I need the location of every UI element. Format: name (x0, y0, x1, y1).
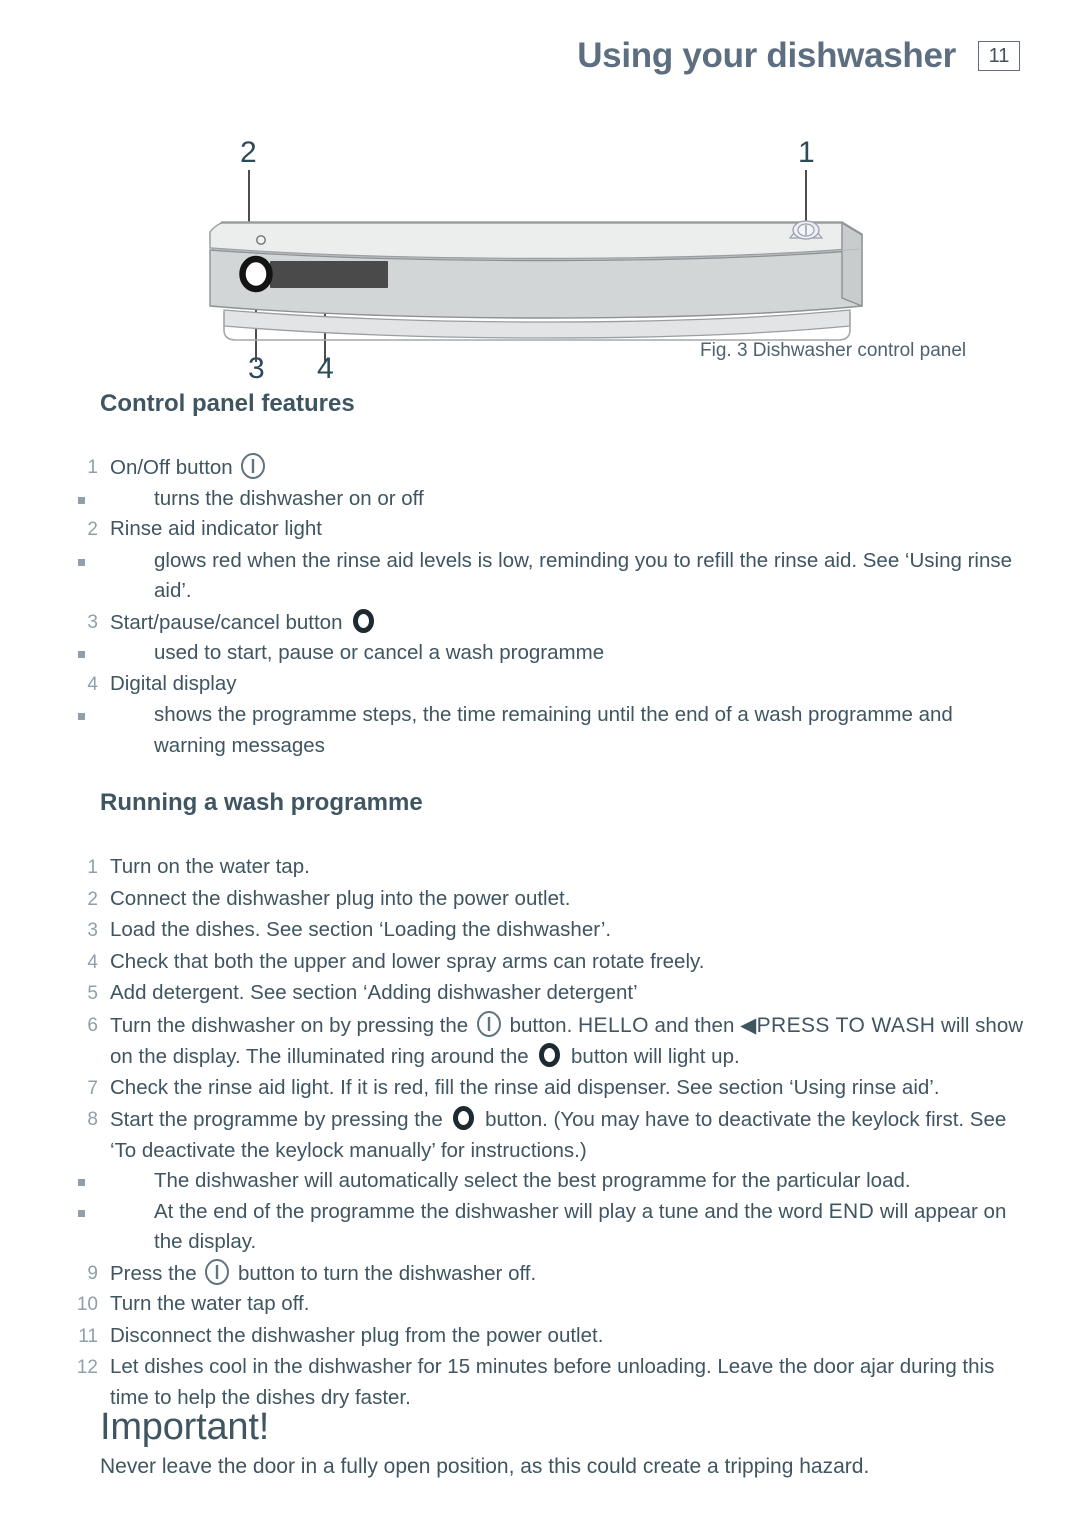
panel-top-curve (209, 222, 863, 260)
important-body: Never leave the door in a fully open pos… (100, 1455, 870, 1478)
sub-list-item: turns the dishwasher on or off (64, 484, 1024, 515)
list-item-number: 9 (87, 1262, 98, 1284)
list-item-text: Disconnect the dishwasher plug from the … (110, 1323, 604, 1347)
list-item: 5 Add detergent. See section ‘Adding dish… (64, 978, 1024, 1010)
list-item: 8 Start the programme by pressing the but… (64, 1104, 1024, 1166)
sub-list-item-text: used to start, pause or cancel a wash pr… (154, 641, 605, 664)
sub-list-item: shows the programme steps, the time rema… (64, 700, 1024, 761)
figure-caption: Fig. 3 Dishwasher control panel (700, 340, 967, 361)
ring-icon (351, 607, 376, 635)
list-item-number: 4 (87, 951, 98, 973)
list-item-text: Start/pause/cancel button (110, 607, 1024, 639)
list-item-number: 1 (87, 857, 98, 878)
ring-icon (537, 1041, 562, 1069)
list-item-text: Check the rinse aid light. If it is red,… (110, 1075, 940, 1099)
list-item-text: Connect the dishwasher plug into the pow… (110, 886, 571, 910)
sub-list-item-text: glows red when the rinse aid levels is l… (154, 548, 1013, 603)
sub-list-item-text: The dishwasher will automatically select… (154, 1169, 911, 1192)
running-a-wash-programme-list: 1 Turn on the water tap. 2 Connect the dish… (64, 852, 1024, 1413)
list-item-number: 8 (87, 1109, 98, 1130)
list-item-number: 11 (78, 1325, 98, 1347)
display-message-text: END (828, 1199, 875, 1223)
bullet-square-icon (64, 484, 98, 504)
display-message-text: HELLO (577, 1013, 649, 1037)
list-item-number: 2 (87, 519, 98, 540)
callout-label-2: 2 (240, 136, 257, 169)
bullet-square-icon (64, 700, 98, 720)
list-item-text: Start the programme by pressing the butt… (110, 1104, 1024, 1166)
list-item-text: Load the dishes. See section ‘Loading th… (110, 918, 612, 941)
sub-list-item: used to start, pause or cancel a wash pr… (64, 638, 1024, 669)
list-item-text: Check that both the upper and lower spra… (110, 949, 705, 973)
callout-label-3: 3 (248, 352, 265, 380)
document-page: Using your dishwasher 11 2 1 3 4 Fig. 3 … (0, 0, 1080, 1532)
list-item: 1 Turn on the water tap. (64, 852, 1024, 884)
list-item-number: 5 (87, 983, 98, 1004)
list-item: 11 Disconnect the dishwasher plug from th… (64, 1321, 1024, 1353)
list-item-text: Digital display (110, 671, 237, 695)
control-panel-features-list: 1 On/Off button turns the dishwasher on o… (64, 452, 1024, 761)
sub-list-item: The dishwasher will automatically select… (64, 1166, 1024, 1197)
page-number-badge: 11 (978, 41, 1020, 71)
list-item: 2 Connect the dishwasher plug into the po… (64, 884, 1024, 916)
page-number: 11 (988, 44, 1010, 67)
callout-label-4: 4 (317, 352, 334, 380)
list-item: 7 Check the rinse aid light. If it is red… (64, 1073, 1024, 1105)
important-title: Important! (100, 1406, 270, 1448)
bullet-square-icon (64, 546, 98, 566)
list-item-text: Add detergent. See section ‘Adding dishw… (110, 981, 638, 1004)
list-item-text: Turn on the water tap. (110, 855, 310, 878)
list-item-number: 10 (76, 1294, 98, 1315)
page-header: Using your dishwasher 11 (0, 36, 1080, 76)
list-item: 1 On/Off button (64, 452, 1024, 484)
list-item: 6 Turn the dishwasher on by pressing the … (64, 1010, 1024, 1073)
list-item-text: Turn the dishwasher on by pressing the b… (110, 1010, 1024, 1073)
sub-list-item: At the end of the programme the dishwash… (64, 1197, 1024, 1258)
rinse-aid-indicator-light (256, 235, 266, 245)
list-item-number: 6 (87, 1014, 98, 1036)
power-icon (204, 1258, 230, 1286)
list-item-number: 4 (87, 673, 98, 695)
list-item-text: Let dishes cool in the dishwasher for 15… (110, 1355, 995, 1409)
list-item-text: Turn the water tap off. (110, 1292, 310, 1315)
display-message-text: ◀PRESS TO WASH (740, 1013, 936, 1037)
list-item-text: On/Off button (110, 452, 1024, 484)
list-item: 3 Start/pause/cancel button (64, 607, 1024, 639)
list-item-text: Press the button to turn the dishwasher … (110, 1258, 1024, 1290)
start-pause-cancel-button (239, 255, 273, 293)
bullet-square-icon (64, 1166, 98, 1186)
sub-list-item: glows red when the rinse aid levels is l… (64, 546, 1024, 607)
important-notice: Important! Never leave the door in a ful… (100, 1405, 1020, 1481)
list-item-number: 12 (76, 1357, 98, 1378)
list-item-number: 2 (87, 888, 98, 910)
power-icon (240, 452, 266, 480)
list-item-text: Rinse aid indicator light (110, 517, 322, 540)
list-item: 10 Turn the water tap off. (64, 1289, 1024, 1321)
sub-list-item-text: At the end of the programme the dishwash… (154, 1199, 1007, 1254)
list-item-number: 7 (87, 1077, 98, 1099)
list-item: 4 Digital display (64, 669, 1024, 701)
list-item-number: 3 (87, 920, 98, 941)
power-icon (476, 1010, 502, 1038)
bullet-square-icon (64, 638, 98, 658)
panel-right-endcap (841, 221, 863, 308)
heading-control-panel-features: Control panel features (100, 390, 355, 417)
list-item: 12 Let dishes cool in the dishwasher for … (64, 1352, 1024, 1413)
page-title: Using your dishwasher (577, 36, 956, 75)
list-item-number: 3 (87, 611, 98, 633)
heading-running-a-wash-programme: Running a wash programme (100, 789, 423, 816)
sub-list-item-text: turns the dishwasher on or off (154, 486, 424, 510)
ring-icon (451, 1104, 476, 1132)
callout-label-1: 1 (798, 136, 815, 169)
digital-display (270, 261, 388, 288)
list-item-number: 1 (87, 457, 98, 478)
control-panel-drawing (209, 220, 863, 341)
sub-list-item-text: shows the programme steps, the time rema… (154, 703, 953, 757)
list-item: 3 Load the dishes. See section ‘Loading t… (64, 915, 1024, 947)
list-item: 9 Press the button to turn the dishwasher… (64, 1258, 1024, 1290)
list-item: 2 Rinse aid indicator light (64, 514, 1024, 546)
bullet-square-icon (64, 1197, 98, 1217)
list-item: 4 Check that both the upper and lower spr… (64, 947, 1024, 979)
